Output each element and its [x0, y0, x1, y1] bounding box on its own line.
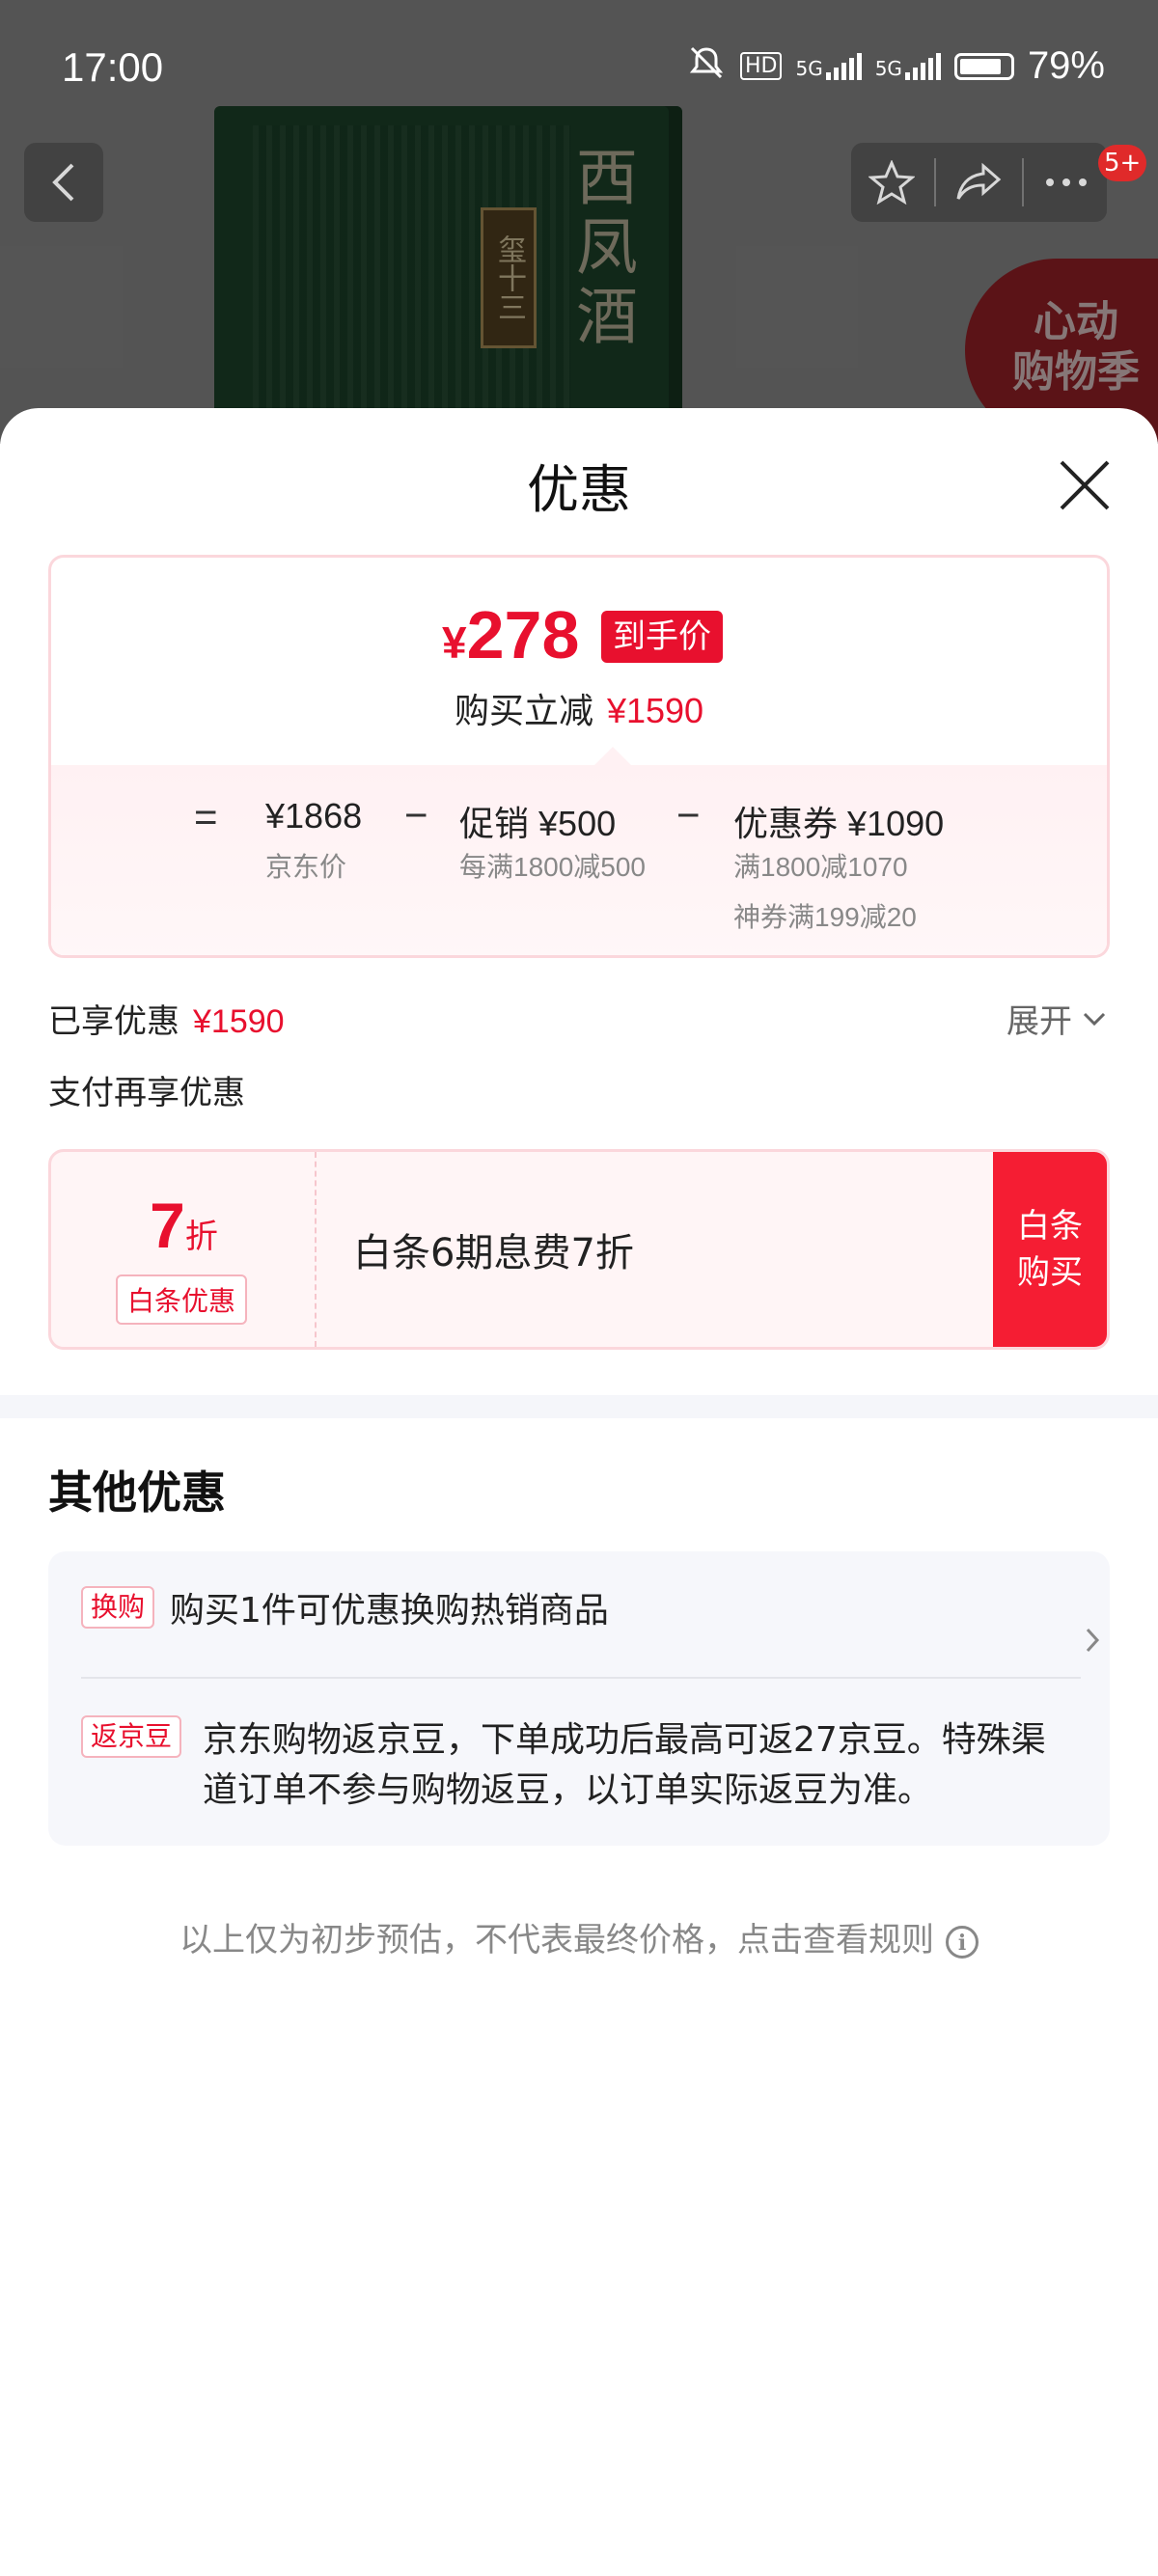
- jingdou-tag: 返京豆: [81, 1715, 182, 1758]
- signal-icon: [904, 52, 941, 80]
- baitiao-discount: 7折: [150, 1190, 218, 1261]
- baitiao-card[interactable]: 7折 白条优惠 白条6期息费7折 白条 购买: [48, 1149, 1110, 1350]
- baitiao-tag: 白条优惠: [116, 1274, 248, 1325]
- promo-item: 促销 ¥500: [459, 804, 617, 843]
- price-breakdown-card: ¥278 到手价 购买立减 ¥1590 = ¥1868 京东价 − 促销 ¥500…: [48, 555, 1110, 958]
- other-discounts-title: 其他优惠: [48, 1466, 226, 1519]
- status-time: 17:00: [62, 44, 164, 90]
- more-button[interactable]: [1028, 143, 1105, 222]
- favorite-button[interactable]: [853, 143, 930, 222]
- trade-in-row[interactable]: 换购 购买1件可优惠换购热销商品: [81, 1586, 1100, 1653]
- payment-discount-title: 支付再享优惠: [48, 1074, 245, 1112]
- star-icon: [868, 160, 916, 205]
- coupon-item: 优惠券 ¥1090: [733, 804, 945, 843]
- hd-indicator: HD: [739, 52, 783, 80]
- baitiao-buy-button[interactable]: 白条 购买: [993, 1152, 1107, 1347]
- close-icon: [1060, 460, 1110, 510]
- coupon-rule-1: 满1800减1070: [733, 852, 908, 882]
- network-5g-2: 5G: [875, 52, 941, 80]
- section-divider: [0, 1395, 1158, 1418]
- share-button[interactable]: [940, 143, 1017, 222]
- jingdou-text: 京东购物返京豆，下单成功后最高可返27京豆。特殊渠道订单不参与购物返豆，以订单实…: [203, 1720, 1046, 1810]
- more-icon: [1045, 178, 1087, 186]
- baitiao-description: 白条6期息费7折: [353, 1231, 634, 1275]
- minus-sign: −: [404, 792, 428, 837]
- sheet-title: 优惠: [527, 459, 631, 520]
- network-5g-1: 5G: [795, 52, 862, 80]
- price-disclaimer[interactable]: 以上仅为初步预估，不代表最终价格，点击查看规则 i: [0, 1913, 1158, 1960]
- signal-icon: [825, 52, 862, 80]
- battery-icon: [953, 52, 1014, 80]
- chevron-left-icon: [52, 163, 74, 202]
- promo-rule: 每满1800减500: [459, 852, 647, 882]
- discount-sheet: 优惠 ¥278 到手价 购买立减 ¥1590 = ¥1868 京东价 − 促销 ¥…: [0, 408, 1158, 2576]
- close-button[interactable]: [1054, 454, 1116, 516]
- enjoyed-discount: 已享优惠 ¥1590: [48, 1002, 285, 1041]
- jd-price: ¥1868: [265, 796, 363, 836]
- equals-sign: =: [194, 794, 218, 839]
- final-price-tag: 到手价: [601, 611, 723, 663]
- share-icon: [956, 162, 1002, 200]
- battery-percent: 79%: [1027, 44, 1105, 87]
- info-icon[interactable]: i: [946, 1925, 979, 1959]
- mute-icon: [686, 45, 727, 88]
- expand-button[interactable]: 展开: [1006, 995, 1107, 1042]
- trade-in-tag: 换购: [81, 1586, 155, 1629]
- trade-in-text: 购买1件可优惠换购热销商品: [170, 1591, 609, 1631]
- chevron-right-icon: [1085, 1627, 1100, 1658]
- coupon-rule-2: 神券满199减20: [733, 902, 917, 932]
- top-actions: [851, 143, 1107, 222]
- instant-reduction: 购买立减 ¥1590: [454, 691, 704, 731]
- jd-price-label: 京东价: [265, 852, 347, 882]
- final-price: ¥278: [442, 597, 580, 672]
- status-bar: 17:00 HD 5G 5G 79%: [0, 0, 1158, 135]
- minus-sign: −: [676, 792, 701, 837]
- status-icons: HD 5G 5G 79%: [686, 44, 1105, 88]
- price-formula: = ¥1868 京东价 − 促销 ¥500 每满1800减500 − 优惠券 ¥…: [51, 765, 1107, 955]
- message-badge: 5+: [1098, 145, 1147, 181]
- back-button[interactable]: [24, 143, 103, 222]
- other-discounts-card: 换购 购买1件可优惠换购热销商品 返京豆 京东购物返京豆，下单成功后最高可返27…: [48, 1551, 1110, 1846]
- chevron-down-icon: [1083, 1012, 1106, 1026]
